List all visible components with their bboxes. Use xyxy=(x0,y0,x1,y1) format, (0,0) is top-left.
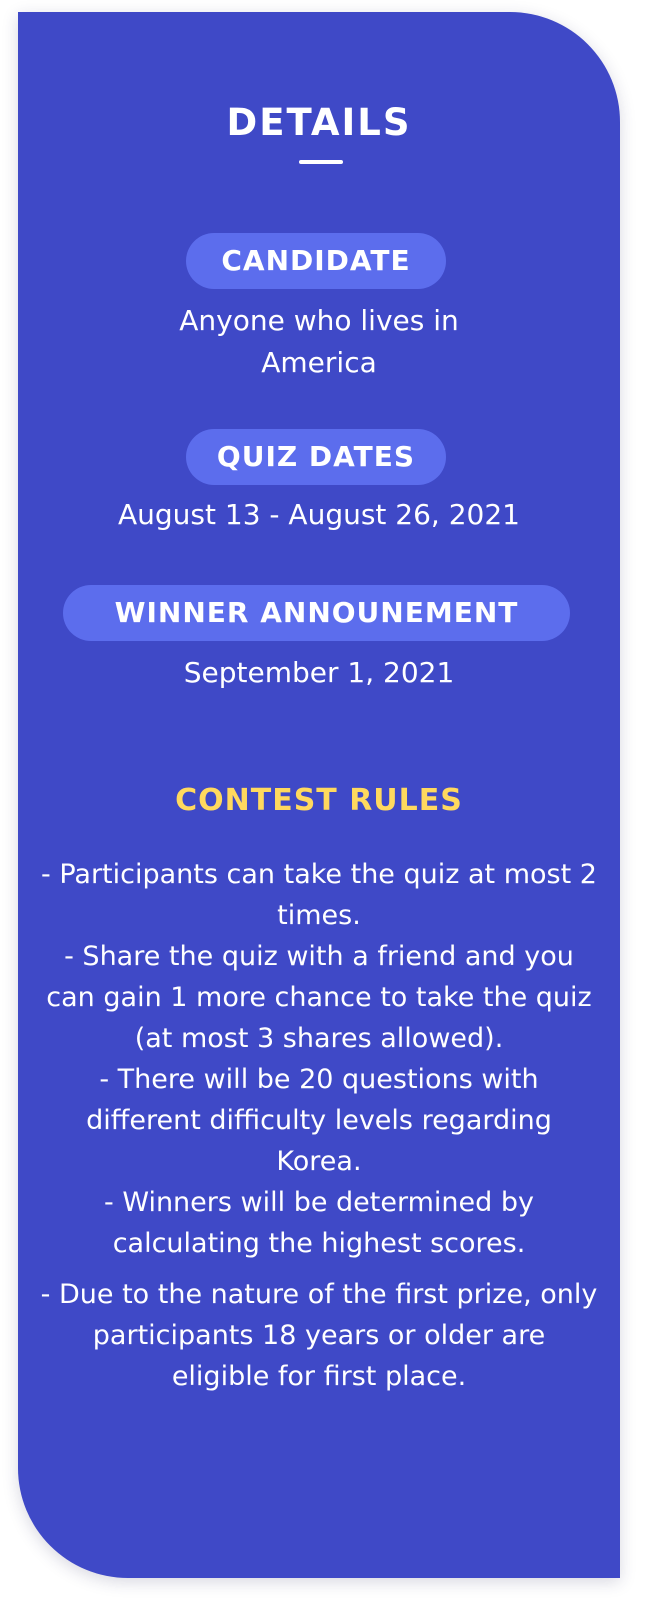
winner-announcement-label: WINNER ANNOUNEMENT xyxy=(63,585,570,641)
rule-item: - There will be 20 questions with differ… xyxy=(86,1064,552,1177)
quiz-dates-value: August 13 - August 26, 2021 xyxy=(118,498,520,531)
details-card: DETAILS CANDIDATE Anyone who lives in Am… xyxy=(18,12,620,1578)
contest-rules-heading: CONTEST RULES xyxy=(175,783,463,818)
quiz-dates-label: QUIZ DATES xyxy=(186,429,446,485)
details-title: DETAILS xyxy=(226,101,412,144)
rule-item: - Participants can take the quiz at most… xyxy=(41,859,597,931)
candidate-label: CANDIDATE xyxy=(186,233,446,289)
winner-announcement-value: September 1, 2021 xyxy=(183,656,455,689)
title-underline xyxy=(299,160,343,164)
rule-item: - Share the quiz with a friend and you c… xyxy=(46,941,592,1054)
contest-rules-list: - Participants can take the quiz at most… xyxy=(40,854,598,1397)
rule-item: - Winners will be determined by calculat… xyxy=(104,1187,534,1259)
rule-item: - Due to the nature of the first prize, … xyxy=(40,1279,598,1392)
candidate-value: Anyone who lives in America xyxy=(179,304,459,379)
